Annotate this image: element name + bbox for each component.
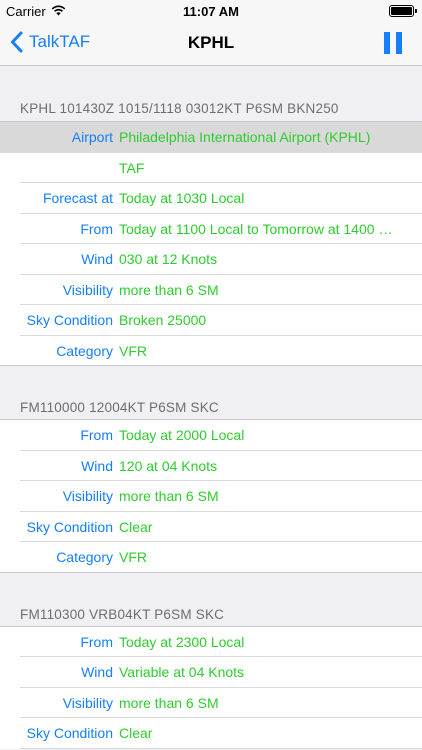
row-label: Wind	[81, 664, 113, 681]
status-bar: Carrier 11:07 AM	[0, 0, 422, 22]
page-title: KPHL	[187, 33, 235, 52]
row-visibility[interactable]: Visibility more than 6 SM	[0, 687, 422, 718]
row-value: Today at 2000 Local	[119, 427, 245, 444]
status-time: 11:07 AM	[183, 4, 239, 19]
row-airport[interactable]: Airport Philadelphia International Airpo…	[0, 122, 422, 153]
row-sky-condition[interactable]: Sky Condition Clear	[0, 718, 422, 749]
row-label: Wind	[81, 457, 113, 474]
row-label: Category	[56, 549, 113, 566]
row-value: more than 6 SM	[119, 488, 219, 505]
row-sky-condition[interactable]: Sky Condition Broken 25000	[0, 305, 422, 336]
row-wind[interactable]: Wind 030 at 12 Knots	[0, 244, 422, 275]
row-value: Today at 1100 Local to Tomorrow at 1400 …	[119, 220, 399, 237]
row-value: Clear	[119, 518, 153, 535]
row-value: VFR	[119, 342, 147, 359]
row-category[interactable]: Category VFR	[0, 542, 422, 573]
row-visibility[interactable]: Visibility more than 6 SM	[0, 481, 422, 512]
row-wind[interactable]: Wind Variable at 04 Knots	[0, 657, 422, 688]
row-from[interactable]: From Today at 2300 Local	[0, 626, 422, 657]
row-value: Philadelphia International Airport (KPHL…	[119, 129, 371, 146]
row-category[interactable]: Category VFR	[0, 335, 422, 366]
row-label: From	[80, 220, 113, 237]
row-value: 120 at 04 Knots	[119, 457, 218, 474]
row-value: Clear	[119, 725, 153, 742]
row-label: Wind	[81, 251, 113, 268]
row-forecast-at[interactable]: Forecast at Today at 1030 Local	[0, 183, 422, 214]
row-value: Today at 2300 Local	[119, 633, 245, 650]
row-value: Broken 25000	[119, 312, 207, 329]
section-header: FM110000 12004KT P6SM SKC	[0, 366, 422, 420]
row-label: Sky Condition	[26, 518, 113, 535]
row-value: more than 6 SM	[119, 694, 219, 711]
section-header: FM110300 VRB04KT P6SM SKC	[0, 573, 422, 627]
row-label: From	[80, 633, 113, 650]
row-label: Visibility	[62, 488, 113, 505]
row-from[interactable]: From Today at 2000 Local	[0, 420, 422, 451]
row-value: VFR	[119, 549, 147, 566]
row-value: 030 at 12 Knots	[119, 251, 218, 268]
row-from[interactable]: From Today at 1100 Local to Tomorrow at …	[0, 213, 422, 244]
battery-icon	[389, 5, 417, 17]
row-label: From	[80, 427, 113, 444]
row-value: TAF	[119, 159, 145, 176]
section-header: KPHL 101430Z 1015/1118 03012KT P6SM BKN2…	[0, 67, 422, 122]
row-label: Visibility	[62, 694, 113, 711]
row-label: Sky Condition	[26, 725, 113, 742]
pause-icon[interactable]	[384, 32, 402, 54]
row-value: more than 6 SM	[119, 281, 219, 298]
row-label: Visibility	[62, 281, 113, 298]
row-value: Variable at 04 Knots	[119, 664, 245, 681]
row-label: Forecast at	[42, 190, 113, 207]
row-type[interactable]: TAF	[0, 152, 422, 183]
row-visibility[interactable]: Visibility more than 6 SM	[0, 274, 422, 305]
row-label: Sky Condition	[26, 312, 113, 329]
row-label: Category	[56, 342, 113, 359]
row-value: Today at 1030 Local	[119, 190, 245, 207]
row-wind[interactable]: Wind 120 at 04 Knots	[0, 450, 422, 481]
navigation-bar: TalkTAF KPHL	[0, 22, 422, 66]
row-label: Airport	[71, 129, 113, 146]
row-sky-condition[interactable]: Sky Condition Clear	[0, 511, 422, 542]
taf-table[interactable]: KPHL 101430Z 1015/1118 03012KT P6SM BKN2…	[0, 67, 422, 750]
